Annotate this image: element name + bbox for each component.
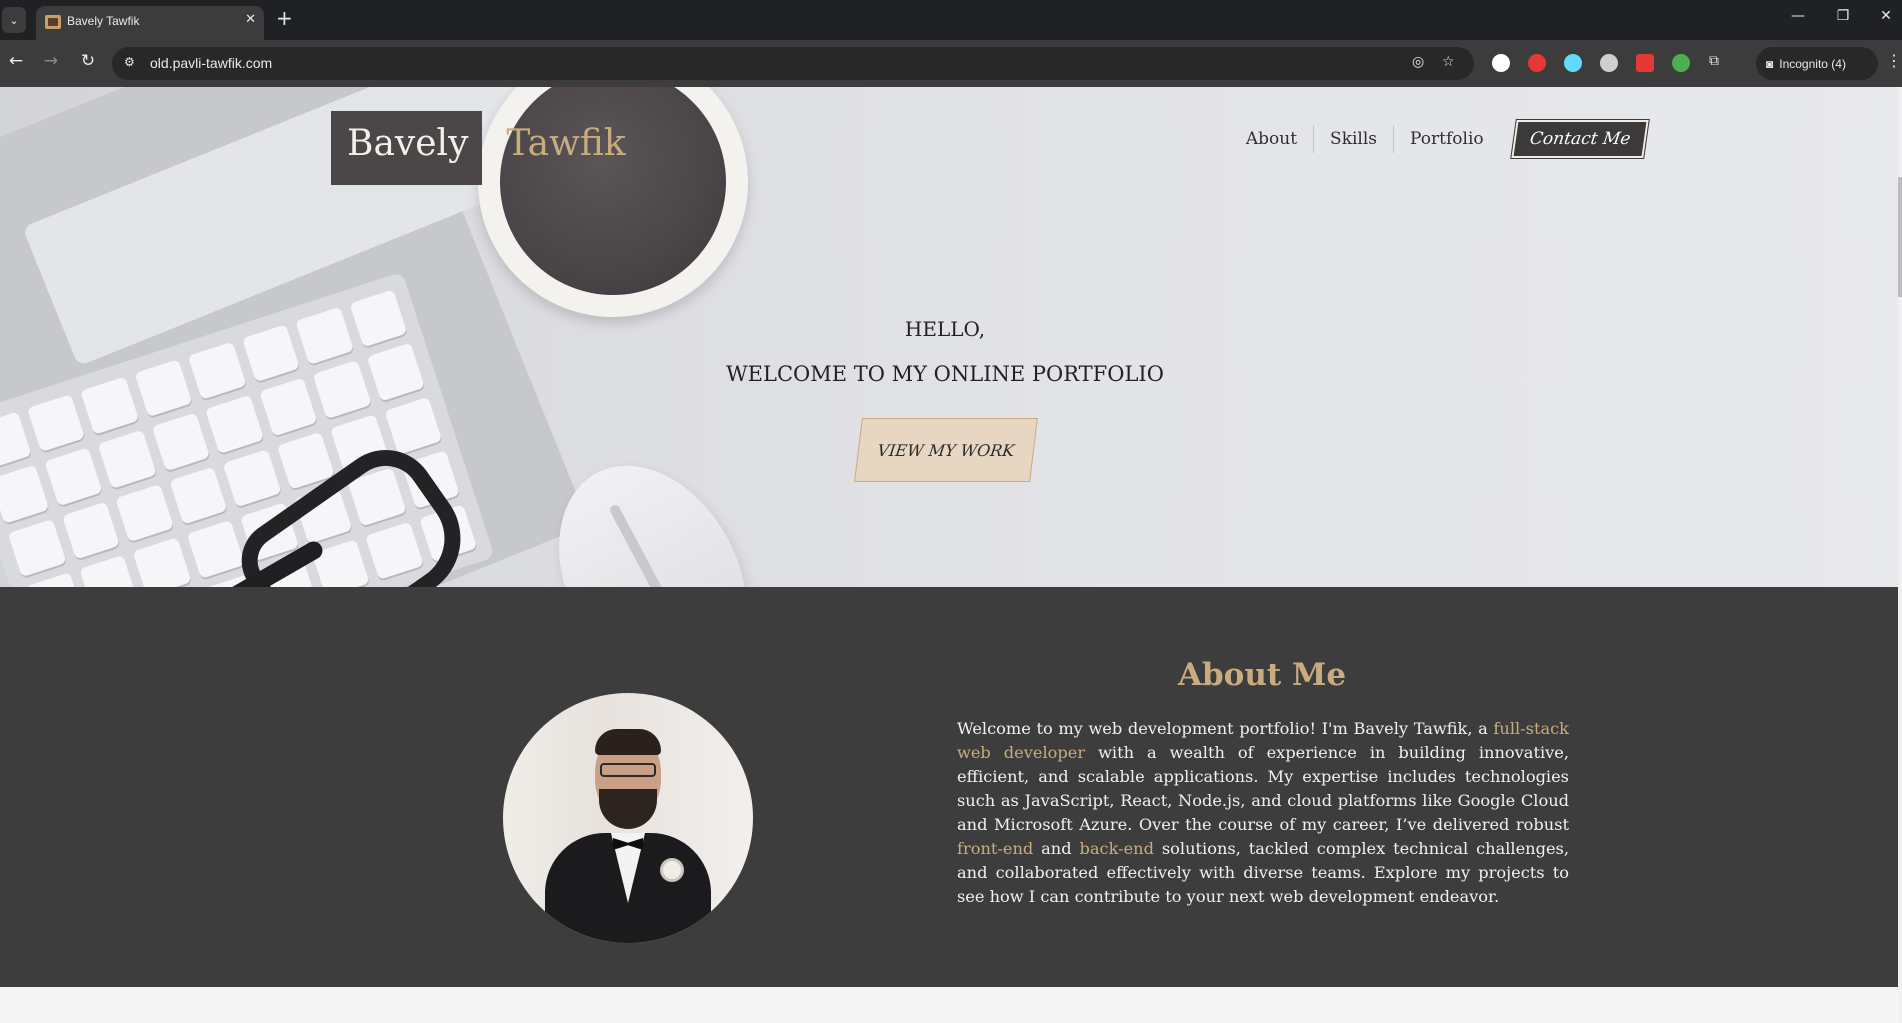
tab-close-icon[interactable]: ✕ <box>245 12 256 27</box>
url-text[interactable]: old.pavli-tawfik.com <box>150 55 272 71</box>
bookmark-star-icon[interactable]: ☆ <box>1442 54 1455 70</box>
logo-first-name: Bavely <box>331 111 483 185</box>
about-section: About Me Welcome to my web development p… <box>0 587 1898 987</box>
scrollbar-thumb[interactable] <box>1898 177 1902 297</box>
logo-last-name: Tawfik <box>506 123 626 164</box>
address-bar[interactable]: ⚙ old.pavli-tawfik.com ◎ ☆ <box>112 47 1474 80</box>
browser-toolbar: ← → ↻ ⚙ old.pavli-tawfik.com ◎ ☆ ⧉ ◙ Inc… <box>0 40 1902 87</box>
nav-portfolio[interactable]: Portfolio <box>1394 125 1500 153</box>
extension-5-icon[interactable] <box>1636 54 1654 72</box>
about-text-1: Welcome to my web development portfolio!… <box>957 719 1494 738</box>
minimize-icon[interactable]: — <box>1788 8 1808 24</box>
react-devtools-icon[interactable] <box>1564 54 1582 72</box>
back-icon[interactable]: ← <box>5 51 27 71</box>
incognito-badge[interactable]: ◙ Incognito (4) <box>1756 47 1878 80</box>
extension-6-icon[interactable] <box>1672 54 1690 72</box>
hero-welcome: WELCOME TO MY ONLINE PORTFOLIO <box>726 362 1164 386</box>
extension-2-icon[interactable] <box>1528 54 1546 72</box>
reload-icon[interactable]: ↻ <box>77 51 99 71</box>
hero-greeting: HELLO, <box>904 317 986 341</box>
eye-off-icon[interactable]: ◎ <box>1412 54 1424 70</box>
contact-me-button[interactable]: Contact Me <box>1509 119 1650 159</box>
tab-title: Bavely Tawfik <box>67 14 140 28</box>
about-highlight-frontend: front-end <box>957 839 1034 858</box>
page-scrollbar[interactable] <box>1898 87 1902 1023</box>
profile-photo <box>503 693 753 943</box>
about-title: About Me <box>1177 657 1347 693</box>
incognito-icon: ◙ <box>1766 56 1774 71</box>
favicon-icon <box>45 15 61 29</box>
nav-skills[interactable]: Skills <box>1314 125 1395 153</box>
about-highlight-backend: back-end <box>1079 839 1154 858</box>
tab-list-icon[interactable]: ⌄ <box>2 7 26 33</box>
main-nav: About Skills Portfolio Contact Me <box>1230 119 1650 159</box>
forward-icon[interactable]: → <box>40 51 62 71</box>
new-tab-icon[interactable]: + <box>276 6 293 30</box>
extension-1-icon[interactable] <box>1492 54 1510 72</box>
restore-icon[interactable]: ❐ <box>1833 8 1853 24</box>
extension-4-icon[interactable] <box>1600 54 1618 72</box>
site-info-icon[interactable]: ⚙ <box>124 55 135 69</box>
incognito-label: Incognito (4) <box>1779 56 1846 71</box>
browser-tab[interactable]: Bavely Tawfik ✕ <box>36 6 264 40</box>
extensions-puzzle-icon[interactable]: ⧉ <box>1709 53 1719 69</box>
hero-section: Bavely Tawfik About Skills Portfolio Con… <box>0 87 1898 587</box>
view-my-work-button[interactable]: VIEW MY WORK <box>854 418 1038 482</box>
about-paragraph: Welcome to my web development portfolio!… <box>957 717 1569 909</box>
window-close-icon[interactable]: ✕ <box>1876 8 1896 24</box>
nav-about[interactable]: About <box>1230 125 1315 153</box>
browser-tab-bar: ⌄ Bavely Tawfik ✕ + — ❐ ✕ <box>0 0 1902 40</box>
browser-menu-icon[interactable]: ⋮ <box>1886 51 1902 70</box>
about-text-3: and <box>1033 839 1080 858</box>
site-logo[interactable]: Bavely Tawfik <box>331 111 640 185</box>
